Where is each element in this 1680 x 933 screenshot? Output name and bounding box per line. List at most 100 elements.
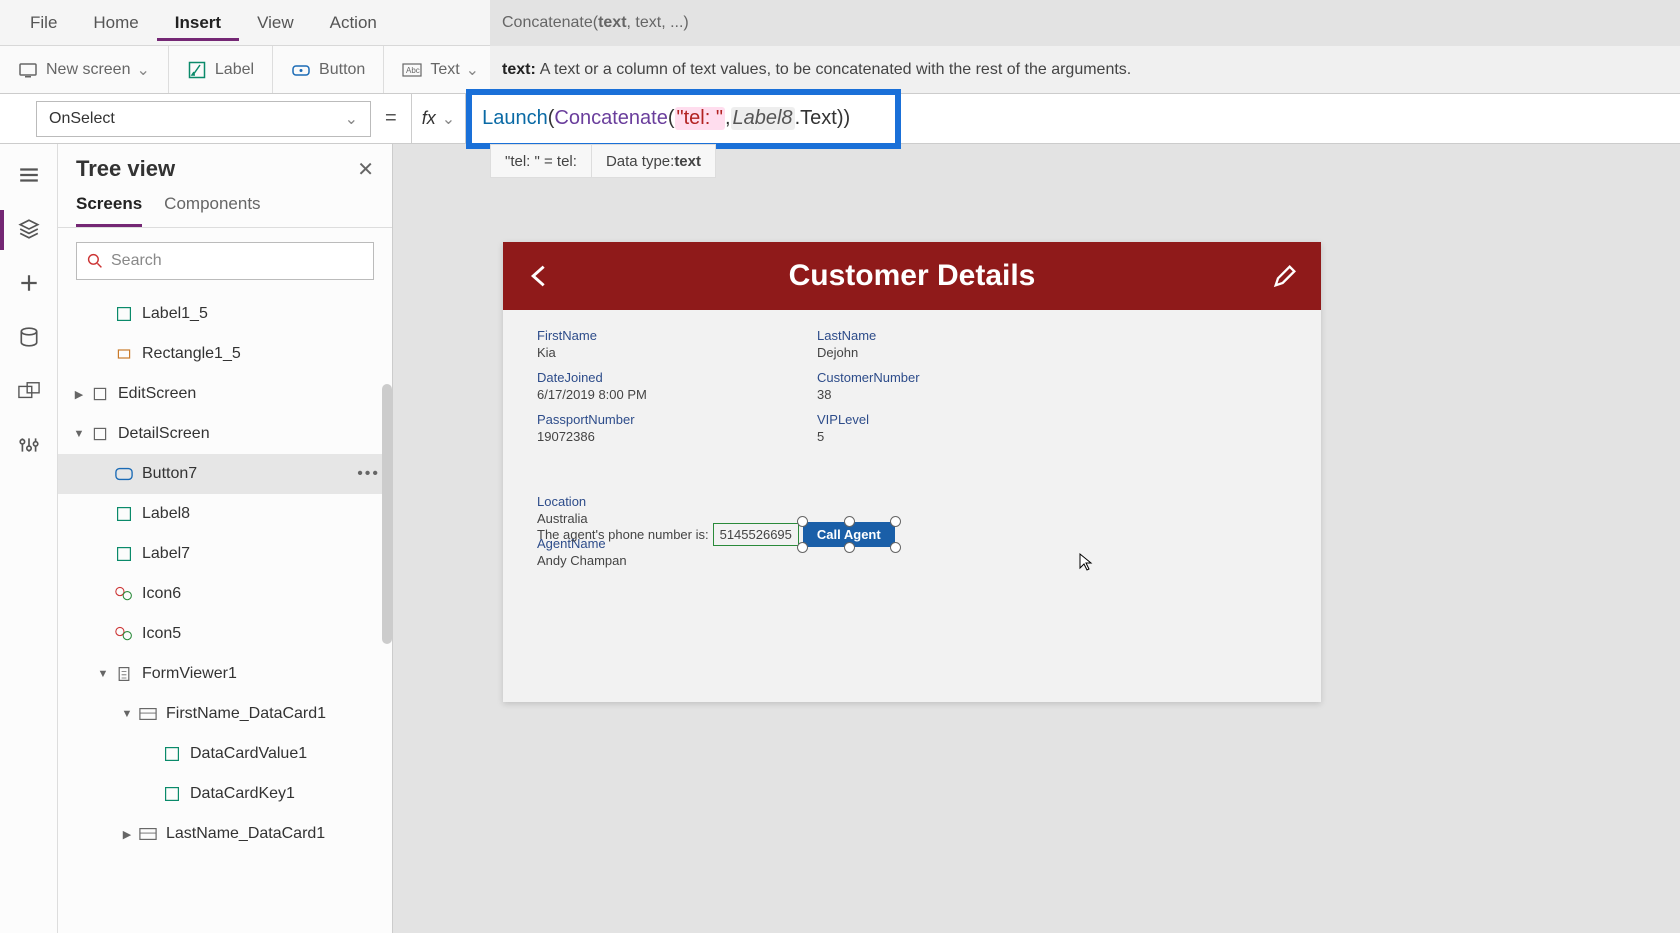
label-icon [162,744,182,764]
emoji-icon [114,584,134,604]
node-label: FormViewer1 [142,665,237,683]
agent-phone-label[interactable]: 5145526695 [713,523,799,546]
selection-handle[interactable] [844,542,855,553]
insert-label-button[interactable]: Label [169,46,273,93]
fx-icon: fx [422,108,436,129]
field-firstname-label: FirstName [537,328,777,343]
tree-title: Tree view [76,156,175,182]
search-placeholder: Search [111,252,162,270]
menu-home[interactable]: Home [75,5,156,41]
field-vip-value: 5 [817,429,1057,444]
label-icon [187,60,207,80]
property-dropdown[interactable]: OnSelect ⌄ [36,101,371,137]
field-custnum-label: CustomerNumber [817,370,1057,385]
new-screen-button[interactable]: New screen ⌄ [0,46,169,93]
edit-icon[interactable] [1271,262,1299,290]
scrollbar-thumb[interactable] [382,384,392,644]
node-label: Button7 [142,465,197,483]
insert-icon[interactable] [16,270,42,296]
arrow-down-icon[interactable]: ▼ [120,708,134,720]
arrow-right-icon[interactable]: ▶ [72,388,86,401]
advanced-icon[interactable] [16,432,42,458]
arrow-down-icon[interactable]: ▼ [96,668,110,680]
data-icon[interactable] [16,324,42,350]
formula-bar[interactable]: Launch(Concatenate("tel: ", Label8.Text)… [465,94,1680,144]
canvas-area[interactable]: Customer Details FirstNameKia DateJoined… [393,178,1672,933]
emoji-icon [114,624,134,644]
hamburger-icon[interactable] [16,162,42,188]
tree-node-icon6[interactable]: Icon6 [58,574,392,614]
back-icon[interactable] [525,262,553,290]
tree-node-editscreen[interactable]: ▶ EditScreen [58,374,392,414]
fx-indicator[interactable]: fx ⌄ [411,94,465,143]
insert-button-button[interactable]: Button [273,46,384,93]
label-icon [114,504,134,524]
tree-view-icon[interactable] [16,216,42,242]
param-name: text: [502,61,536,79]
call-agent-button[interactable]: Call Agent [803,522,895,547]
formula-ident: Label8 [731,107,795,130]
search-icon [87,253,103,269]
tab-components[interactable]: Components [164,194,260,227]
button-icon [291,60,311,80]
svg-text:Abc: Abc [406,66,420,75]
more-icon[interactable]: ••• [357,465,380,483]
insert-text-button[interactable]: Abc Text ⌄ [384,46,498,93]
field-vip-label: VIPLevel [817,412,1057,427]
tree-node-lastname-card[interactable]: ▶ LastName_DataCard1 [58,814,392,854]
screen-icon [90,424,110,444]
tree-node-formviewer1[interactable]: ▼ FormViewer1 [58,654,392,694]
field-agentname-value: Andy Champan [537,553,777,568]
node-label: Rectangle1_5 [142,345,241,363]
button-icon [114,464,134,484]
insert-label-text: Label [215,61,254,79]
node-label: Label8 [142,505,190,523]
param-body: A text or a column of text values, to be… [540,61,1131,79]
node-label: DetailScreen [118,425,210,443]
menu-view[interactable]: View [239,5,312,41]
tree-node-label7[interactable]: Label7 [58,534,392,574]
rect-icon [114,344,134,364]
selection-handle[interactable] [797,516,808,527]
screen-icon [18,60,38,80]
tab-screens[interactable]: Screens [76,194,142,227]
details-form: FirstNameKia DateJoined6/17/2019 8:00 PM… [503,310,1321,596]
tree-node-icon5[interactable]: Icon5 [58,614,392,654]
node-label: DataCardKey1 [190,785,295,803]
tree-node-firstname-card[interactable]: ▼ FirstName_DataCard1 [58,694,392,734]
tree-node-label1-5[interactable]: Label1_5 [58,294,392,334]
menu-insert[interactable]: Insert [157,5,239,41]
new-screen-label: New screen [46,61,130,79]
menu-action[interactable]: Action [312,5,395,41]
selection-handle[interactable] [890,542,901,553]
tree-node-detailscreen[interactable]: ▼ DetailScreen [58,414,392,454]
chevron-down-icon: ⌄ [345,109,358,129]
formula-suffix: .Text [795,107,837,130]
menu-file[interactable]: File [12,5,75,41]
formula-row: OnSelect ⌄ = fx ⌄ Launch(Concatenate("te… [0,94,1680,144]
app-preview[interactable]: Customer Details FirstNameKia DateJoined… [503,242,1321,702]
field-passport-value: 19072386 [537,429,777,444]
label-icon [114,544,134,564]
selection-handle[interactable] [844,516,855,527]
tree-node-button7[interactable]: Button7 ••• [58,454,392,494]
media-icon[interactable] [16,378,42,404]
selection-handle[interactable] [890,516,901,527]
screen-icon [90,384,110,404]
call-agent-label: Call Agent [817,527,881,542]
tree-node-rect1-5[interactable]: Rectangle1_5 [58,334,392,374]
tree-search-input[interactable]: Search [76,242,374,280]
field-lastname-value: Dejohn [817,345,1057,360]
tree-node-dck1[interactable]: DataCardKey1 [58,774,392,814]
field-lastname-label: LastName [817,328,1057,343]
selection-handle[interactable] [797,542,808,553]
tree-list[interactable]: Label1_5 Rectangle1_5 ▶ EditScreen ▼ Det… [58,294,392,933]
close-icon[interactable]: ✕ [357,157,374,182]
arrow-down-icon[interactable]: ▼ [72,428,86,440]
left-rail [0,144,58,933]
tree-node-dcv1[interactable]: DataCardValue1 [58,734,392,774]
field-firstname-value: Kia [537,345,777,360]
insert-text-text: Text [430,61,459,79]
arrow-right-icon[interactable]: ▶ [120,828,134,841]
tree-node-label8[interactable]: Label8 [58,494,392,534]
